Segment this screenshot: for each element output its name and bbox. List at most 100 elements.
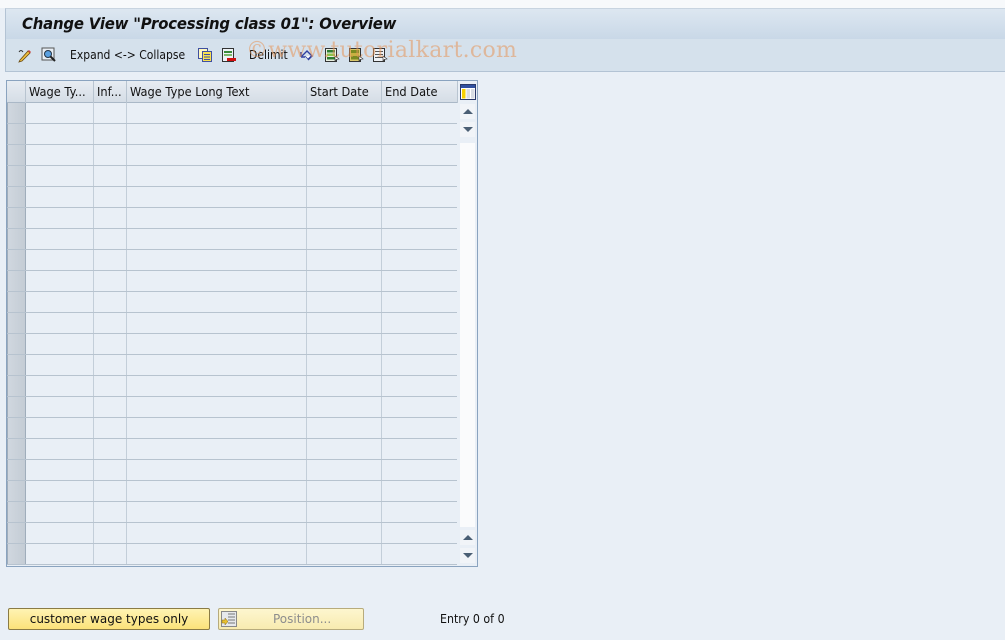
- cell-long-text[interactable]: [127, 334, 307, 354]
- cell-long-text[interactable]: [127, 187, 307, 207]
- position-button[interactable]: Position...: [218, 608, 364, 630]
- cell-wage-type[interactable]: [26, 124, 94, 144]
- cell-end-date[interactable]: [382, 187, 457, 207]
- cell-long-text[interactable]: [127, 523, 307, 543]
- row-selector[interactable]: [7, 481, 26, 501]
- cell-wage-type[interactable]: [26, 103, 94, 123]
- display-change-button[interactable]: [17, 46, 33, 64]
- cell-infotype[interactable]: [94, 250, 127, 270]
- cell-wage-type[interactable]: [26, 502, 94, 522]
- cell-infotype[interactable]: [94, 292, 127, 312]
- row-selector[interactable]: [7, 502, 26, 522]
- row-selector[interactable]: [7, 355, 26, 375]
- cell-long-text[interactable]: [127, 292, 307, 312]
- cell-end-date[interactable]: [382, 103, 457, 123]
- cell-infotype[interactable]: [94, 502, 127, 522]
- expand-collapse-button[interactable]: Expand <-> Collapse: [70, 46, 198, 64]
- select-all-button[interactable]: [324, 46, 340, 64]
- cell-end-date[interactable]: [382, 376, 457, 396]
- customer-wage-types-only-button[interactable]: customer wage types only: [8, 608, 210, 630]
- cell-start-date[interactable]: [307, 481, 382, 501]
- cell-start-date[interactable]: [307, 439, 382, 459]
- cell-start-date[interactable]: [307, 208, 382, 228]
- row-selector[interactable]: [7, 439, 26, 459]
- cell-end-date[interactable]: [382, 439, 457, 459]
- row-selector[interactable]: [7, 145, 26, 165]
- cell-wage-type[interactable]: [26, 229, 94, 249]
- row-selector[interactable]: [7, 166, 26, 186]
- cell-end-date[interactable]: [382, 418, 457, 438]
- cell-wage-type[interactable]: [26, 355, 94, 375]
- cell-infotype[interactable]: [94, 355, 127, 375]
- row-selector[interactable]: [7, 103, 26, 123]
- vertical-scrollbar[interactable]: [458, 103, 477, 566]
- row-selector[interactable]: [7, 229, 26, 249]
- cell-end-date[interactable]: [382, 355, 457, 375]
- column-header-end-date[interactable]: End Date: [382, 81, 457, 103]
- cell-end-date[interactable]: [382, 460, 457, 480]
- cell-start-date[interactable]: [307, 271, 382, 291]
- cell-long-text[interactable]: [127, 271, 307, 291]
- cell-wage-type[interactable]: [26, 544, 94, 564]
- cell-long-text[interactable]: [127, 355, 307, 375]
- cell-long-text[interactable]: [127, 145, 307, 165]
- scroll-up-button-bottom[interactable]: [460, 530, 475, 545]
- cell-long-text[interactable]: [127, 502, 307, 522]
- cell-wage-type[interactable]: [26, 523, 94, 543]
- cell-start-date[interactable]: [307, 229, 382, 249]
- cell-end-date[interactable]: [382, 271, 457, 291]
- cell-long-text[interactable]: [127, 481, 307, 501]
- cell-infotype[interactable]: [94, 397, 127, 417]
- scroll-down-button[interactable]: [460, 548, 475, 563]
- cell-start-date[interactable]: [307, 502, 382, 522]
- cell-infotype[interactable]: [94, 166, 127, 186]
- select-block-button[interactable]: [348, 46, 364, 64]
- row-selector[interactable]: [7, 523, 26, 543]
- cell-start-date[interactable]: [307, 124, 382, 144]
- column-header-start-date[interactable]: Start Date: [307, 81, 382, 103]
- cell-long-text[interactable]: [127, 103, 307, 123]
- select-all-rows-corner[interactable]: [7, 81, 26, 103]
- row-selector[interactable]: [7, 187, 26, 207]
- cell-end-date[interactable]: [382, 502, 457, 522]
- cell-infotype[interactable]: [94, 544, 127, 564]
- scroll-track[interactable]: [460, 143, 475, 527]
- delete-button[interactable]: [221, 46, 237, 64]
- cell-wage-type[interactable]: [26, 334, 94, 354]
- cell-wage-type[interactable]: [26, 460, 94, 480]
- cell-start-date[interactable]: [307, 376, 382, 396]
- cell-end-date[interactable]: [382, 334, 457, 354]
- row-selector[interactable]: [7, 397, 26, 417]
- cell-end-date[interactable]: [382, 250, 457, 270]
- cell-long-text[interactable]: [127, 166, 307, 186]
- cell-start-date[interactable]: [307, 418, 382, 438]
- cell-end-date[interactable]: [382, 166, 457, 186]
- cell-start-date[interactable]: [307, 355, 382, 375]
- row-selector[interactable]: [7, 250, 26, 270]
- cell-start-date[interactable]: [307, 166, 382, 186]
- cell-infotype[interactable]: [94, 481, 127, 501]
- cell-long-text[interactable]: [127, 229, 307, 249]
- cell-infotype[interactable]: [94, 376, 127, 396]
- cell-wage-type[interactable]: [26, 481, 94, 501]
- column-header-infotype[interactable]: Inf...: [94, 81, 127, 103]
- cell-infotype[interactable]: [94, 271, 127, 291]
- cell-wage-type[interactable]: [26, 376, 94, 396]
- column-settings-button[interactable]: [457, 81, 477, 103]
- cell-wage-type[interactable]: [26, 439, 94, 459]
- cell-infotype[interactable]: [94, 460, 127, 480]
- cell-end-date[interactable]: [382, 397, 457, 417]
- cell-start-date[interactable]: [307, 292, 382, 312]
- row-selector[interactable]: [7, 124, 26, 144]
- undo-change-button[interactable]: [299, 46, 315, 64]
- cell-long-text[interactable]: [127, 544, 307, 564]
- scroll-down-button-top[interactable]: [460, 122, 475, 137]
- cell-wage-type[interactable]: [26, 187, 94, 207]
- cell-start-date[interactable]: [307, 145, 382, 165]
- cell-wage-type[interactable]: [26, 166, 94, 186]
- cell-infotype[interactable]: [94, 439, 127, 459]
- row-selector[interactable]: [7, 418, 26, 438]
- row-selector[interactable]: [7, 334, 26, 354]
- cell-infotype[interactable]: [94, 313, 127, 333]
- cell-wage-type[interactable]: [26, 271, 94, 291]
